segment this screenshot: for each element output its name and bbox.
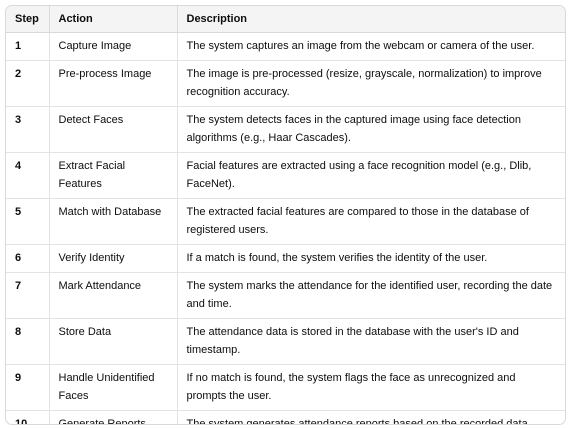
step-description: Facial features are extracted using a fa…	[177, 152, 565, 199]
step-description: The system captures an image from the we…	[177, 32, 565, 61]
header-step: Step	[6, 6, 50, 33]
step-action: Pre-process Image	[49, 60, 178, 107]
step-number: 9	[6, 364, 50, 411]
table-header-row: Step Action Description	[6, 6, 565, 33]
table-row: 9 Handle Unidentified Faces If no match …	[6, 364, 565, 411]
step-number: 8	[6, 318, 50, 365]
step-description: The system detects faces in the captured…	[177, 106, 565, 153]
step-number: 2	[6, 60, 50, 107]
step-description: The system generates attendance reports …	[186, 417, 531, 425]
step-description: If a match is found, the system verifies…	[177, 244, 565, 273]
step-number: 1	[6, 32, 50, 61]
step-number: 6	[6, 244, 50, 273]
step-action: Capture Image	[49, 32, 178, 61]
step-action: Generate Reports	[49, 410, 178, 424]
step-number: 5	[6, 198, 50, 245]
table-row: 5 Match with Database The extracted faci…	[6, 198, 565, 245]
table-row: 3 Detect Faces The system detects faces …	[6, 106, 565, 153]
table-row: 2 Pre-process Image The image is pre-pro…	[6, 60, 565, 107]
table-row: 10 Generate Reports The system generates…	[6, 410, 565, 425]
step-number: 3	[6, 106, 50, 153]
step-action: Handle Unidentified Faces	[49, 364, 178, 411]
step-description: The extracted facial features are compar…	[177, 198, 565, 245]
step-action: Mark Attendance	[49, 272, 178, 319]
header-description: Description	[177, 6, 565, 33]
step-number: 7	[6, 272, 50, 319]
step-description: If no match is found, the system flags t…	[177, 364, 565, 411]
step-number: 4	[6, 152, 50, 199]
table-row: 6 Verify Identity If a match is found, t…	[6, 244, 565, 273]
step-description: The image is pre-processed (resize, gray…	[177, 60, 565, 107]
step-action: Store Data	[49, 318, 178, 365]
step-action: Match with Database	[49, 198, 178, 245]
steps-table: Step Action Description 1 Capture Image …	[6, 6, 565, 425]
step-description: The attendance data is stored in the dat…	[177, 318, 565, 365]
step-description: The system marks the attendance for the …	[177, 272, 565, 319]
step-action: Verify Identity	[49, 244, 178, 273]
table-row: 8 Store Data The attendance data is stor…	[6, 318, 565, 365]
header-action: Action	[49, 6, 178, 33]
table-row: 1 Capture Image The system captures an i…	[6, 32, 565, 61]
table-row: 7 Mark Attendance The system marks the a…	[6, 272, 565, 319]
step-number: 10	[6, 410, 50, 424]
steps-table-container: Step Action Description 1 Capture Image …	[5, 5, 566, 425]
step-action: Detect Faces	[49, 106, 178, 153]
step-action: Extract Facial Features	[49, 152, 178, 199]
table-row: 4 Extract Facial Features Facial feature…	[6, 152, 565, 199]
